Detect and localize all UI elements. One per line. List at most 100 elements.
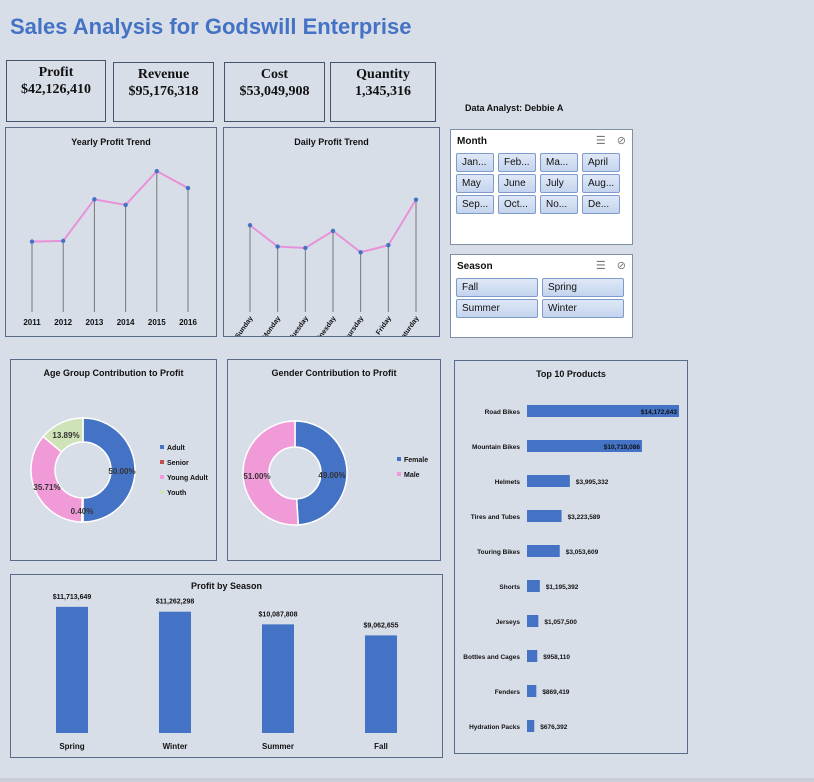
x-tick-label: 2016 xyxy=(179,318,197,327)
kpi-value: $42,126,410 xyxy=(21,82,91,97)
clear-filter-icon[interactable]: ⊘ xyxy=(617,135,626,147)
yearly-profit-chart: Yearly Profit Trend 2011 2012 2013 2014 2015… xyxy=(5,127,217,337)
multi-select-icon[interactable]: ☰ xyxy=(596,135,606,147)
slicer-item-season[interactable]: Spring xyxy=(542,278,624,297)
x-tick-label: Tuesday xyxy=(288,315,310,336)
kpi-value: $53,049,908 xyxy=(239,84,310,99)
legend-swatch xyxy=(160,445,164,449)
y-tick-label: Mountain Bikes xyxy=(472,444,520,451)
legend-label: Senior xyxy=(167,460,189,467)
slicer-item-season[interactable]: Summer xyxy=(456,299,538,318)
bar-value-label: $10,087,808 xyxy=(259,611,298,618)
x-tick-label: Spring xyxy=(59,742,84,751)
x-tick-label: 2013 xyxy=(86,318,104,327)
slicer-item-month[interactable]: Ma... xyxy=(540,153,578,172)
top-products-svg: Road Bikes $14,172,643 Mountain Bikes $10,7… xyxy=(463,405,679,732)
bar-value-label: $3,223,589 xyxy=(568,514,601,521)
kpi-value: 1,345,316 xyxy=(355,84,411,99)
data-point xyxy=(185,185,191,191)
x-tick-label: Saturday xyxy=(398,315,421,336)
bar-value-label: $9,062,655 xyxy=(363,622,398,629)
slicer-item-month[interactable]: July xyxy=(540,174,578,193)
x-tick-label: Summer xyxy=(262,742,294,751)
data-point xyxy=(247,223,253,228)
slicer-item-month[interactable]: Sep... xyxy=(456,195,494,214)
season-slicer[interactable]: Season ☰ ⊘ Fall Spring Summer Winter xyxy=(450,254,633,338)
slicer-item-month[interactable]: May xyxy=(456,174,494,193)
legend-label: Female xyxy=(404,457,428,464)
season-bar xyxy=(365,635,397,733)
y-tick-label: Hydration Packs xyxy=(469,724,520,731)
kpi-label: Revenue xyxy=(137,67,190,82)
multi-select-icon[interactable]: ☰ xyxy=(596,260,606,272)
series-line xyxy=(31,169,189,243)
x-tick-label: Winter xyxy=(163,742,188,751)
y-tick-label: Jerseys xyxy=(496,619,521,626)
data-label: 50.00% xyxy=(108,467,135,476)
month-slicer[interactable]: Month ☰ ⊘ Jan... Feb... Ma... April May June J… xyxy=(450,129,633,245)
daily-profit-chart: Daily Profit Trend Sunday Monday Tuesday We… xyxy=(223,127,440,337)
clear-filter-icon[interactable]: ⊘ xyxy=(617,260,626,272)
slicer-item-month[interactable]: No... xyxy=(540,195,578,214)
slicer-item-season[interactable]: Fall xyxy=(456,278,538,297)
slicer-item-month[interactable]: De... xyxy=(582,195,620,214)
daily-profit-svg: Sunday Monday Tuesday Wednesday Thursday Frid… xyxy=(234,197,421,336)
age-group-svg: 50.00% 0.40% 35.71% 13.89% Adult Senior Young … xyxy=(30,417,208,523)
x-tick-label: Thursday xyxy=(341,315,365,336)
slicer-title: Month xyxy=(457,136,487,147)
data-point xyxy=(154,168,159,174)
slicer-item-month[interactable]: Feb... xyxy=(498,153,536,172)
product-bar xyxy=(527,545,560,557)
bar-value-label: $869,419 xyxy=(542,689,569,696)
legend-label: Adult xyxy=(167,445,186,452)
sheet-scroll-area xyxy=(0,778,814,782)
kpi-card-cost: Cost $53,049,908 xyxy=(224,62,325,122)
legend-swatch xyxy=(160,475,164,479)
slicer-item-month[interactable]: Oct... xyxy=(498,195,536,214)
data-point xyxy=(29,239,35,244)
x-tick-label: Monday xyxy=(261,315,282,336)
bar-value-label: $958,110 xyxy=(543,654,570,661)
legend-swatch xyxy=(397,457,401,461)
slicer-item-month[interactable]: April xyxy=(582,153,620,172)
data-point xyxy=(386,242,391,248)
x-tick-label: 2015 xyxy=(148,318,166,327)
product-bar xyxy=(527,685,537,697)
bar-value-label: $11,262,298 xyxy=(156,599,195,606)
page-title: Sales Analysis for Godswill Enterprise xyxy=(10,14,412,39)
data-point xyxy=(275,244,280,249)
y-tick-label: Fenders xyxy=(495,689,521,696)
slicer-item-month[interactable]: June xyxy=(498,174,536,193)
data-label: 49.00% xyxy=(318,471,345,480)
kpi-label: Cost xyxy=(260,67,289,82)
legend-label: Male xyxy=(404,472,420,479)
top-products-chart: Top 10 Products Road Bikes $14,172,643 Mou… xyxy=(454,360,688,754)
bar-value-label: $10,719,086 xyxy=(604,444,641,451)
slicer-item-month[interactable]: Aug... xyxy=(582,174,620,193)
kpi-value: $95,176,318 xyxy=(128,84,199,99)
kpi-card-revenue: Revenue $95,176,318 xyxy=(113,62,214,122)
x-tick-label: 2011 xyxy=(23,318,41,327)
legend-swatch xyxy=(160,490,164,494)
bar-value-label: $676,392 xyxy=(540,724,567,731)
product-bar xyxy=(527,615,539,627)
product-bar xyxy=(527,510,562,522)
x-tick-label: 2014 xyxy=(117,318,135,327)
data-point xyxy=(303,245,308,251)
season-bar xyxy=(262,624,294,733)
x-tick-label: Wednesday xyxy=(310,315,338,336)
season-profit-svg: $11,713,649 Spring $11,262,298 Winter $10,08… xyxy=(53,594,399,751)
slicer-item-month[interactable]: Jan... xyxy=(456,153,494,172)
kpi-card-profit: Profit $42,126,410 xyxy=(6,60,106,122)
legend-swatch xyxy=(160,460,164,464)
kpi-card-quantity: Quantity 1,345,316 xyxy=(330,62,436,122)
analyst-label: Data Analyst: Debbie A xyxy=(465,103,564,113)
legend-label: Youth xyxy=(167,490,186,497)
kpi-label: Quantity xyxy=(356,67,410,82)
data-point xyxy=(413,197,419,202)
y-tick-label: Road Bikes xyxy=(485,409,521,416)
slicer-item-season[interactable]: Winter xyxy=(542,299,624,318)
product-bar xyxy=(527,650,538,662)
legend-swatch xyxy=(397,472,401,476)
x-tick-label: Fall xyxy=(374,742,388,751)
